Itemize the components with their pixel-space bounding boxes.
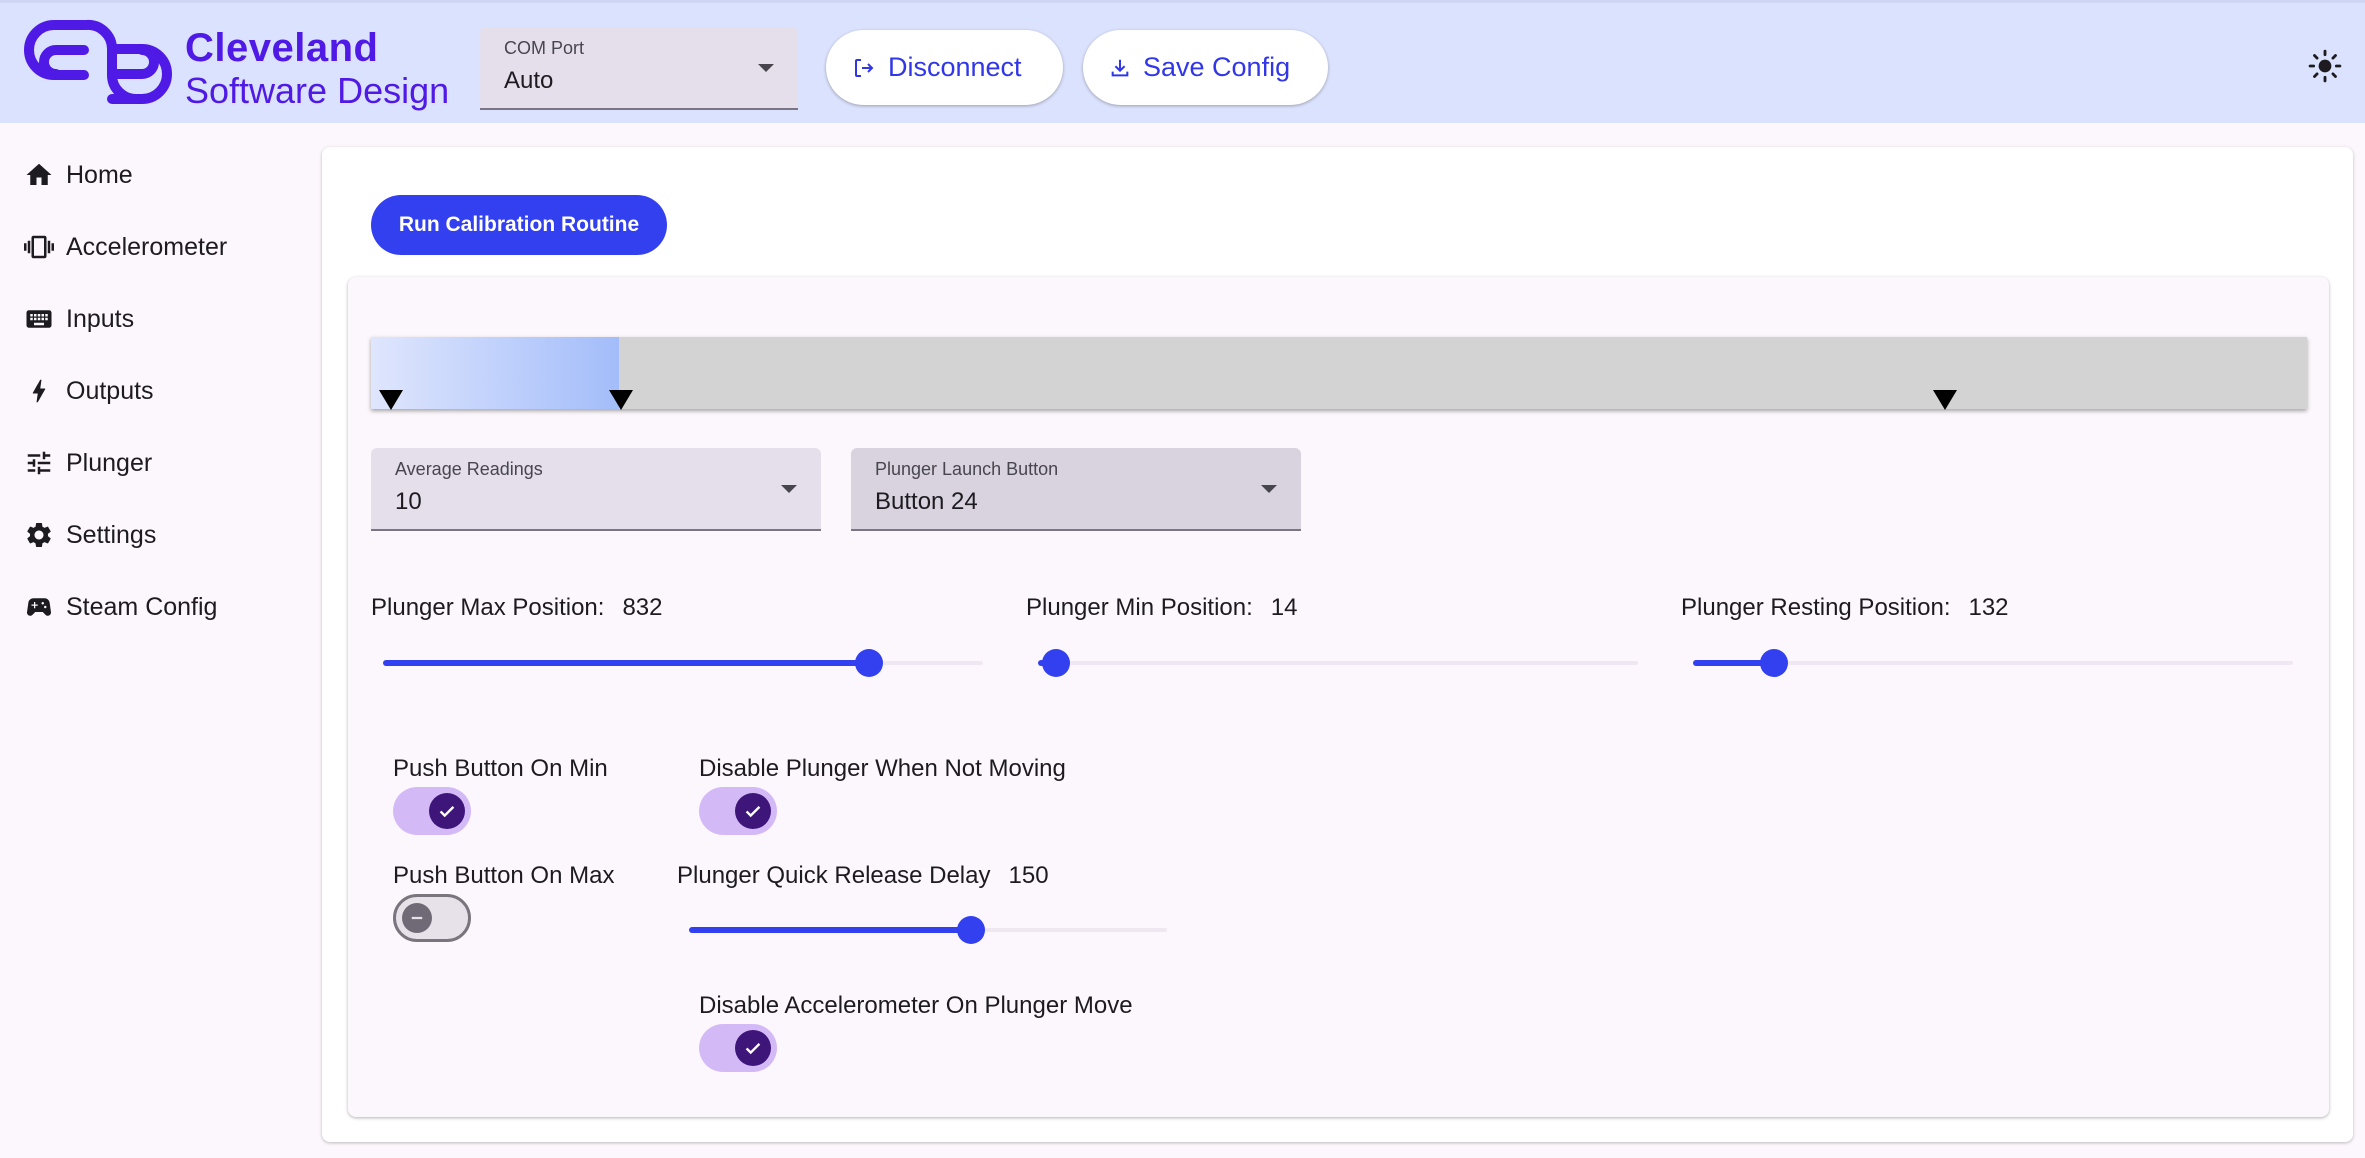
chevron-down-icon: [758, 64, 774, 72]
slider-thumb[interactable]: [1760, 649, 1788, 677]
sidebar-item-label: Accelerometer: [66, 232, 228, 261]
average-readings-value: 10: [395, 488, 422, 515]
disable-accel-label: Disable Accelerometer On Plunger Move: [699, 992, 1133, 1019]
sidebar-item-label: Inputs: [66, 304, 135, 333]
download-icon: [1111, 59, 1129, 76]
sun-icon[interactable]: [2308, 49, 2342, 83]
max-position-value: 832: [622, 594, 663, 621]
push-on-max-label: Push Button On Max: [393, 862, 615, 889]
run-calibration-button[interactable]: Run Calibration Routine: [371, 195, 667, 255]
max-marker-icon: [1933, 390, 1958, 410]
sidebar-item-steam-config[interactable]: Steam Config: [24, 587, 217, 627]
range-fill: [371, 337, 619, 409]
max-position-label: Plunger Max Position: 832: [371, 594, 663, 622]
sidebar-item-label: Steam Config: [66, 592, 218, 621]
chevron-down-icon: [1261, 485, 1277, 493]
slider-track: [689, 927, 972, 933]
sidebar-item-plunger[interactable]: Plunger: [24, 443, 152, 483]
min-position-value: 14: [1270, 594, 1298, 621]
sidebar-item-home[interactable]: Home: [24, 155, 133, 195]
quick-release-label: Plunger Quick Release Delay 150: [677, 862, 1049, 890]
bolt-icon: [32, 379, 46, 403]
sidebar-item-label: Plunger: [66, 448, 153, 477]
min-position-text: Plunger Min Position:: [1026, 594, 1253, 621]
logout-icon: [855, 58, 874, 77]
push-on-min-switch[interactable]: [393, 787, 471, 835]
launch-button-value: Button 24: [875, 488, 978, 515]
min-marker-icon: [378, 390, 403, 410]
brand-name: Cleveland Software Design: [185, 25, 449, 111]
slider-thumb[interactable]: [957, 916, 986, 944]
minus-icon: [411, 916, 423, 920]
average-readings-label: Average Readings: [395, 459, 543, 479]
resting-position-label: Plunger Resting Position: 132: [1681, 594, 2009, 622]
tune-icon: [27, 451, 51, 475]
switch-knob: [735, 793, 771, 829]
min-position-label: Plunger Min Position: 14: [1026, 594, 1297, 622]
app-header: Cleveland Software Design COM Port Auto …: [0, 0, 2365, 123]
home-icon: [26, 163, 52, 185]
switch-knob: [735, 1030, 771, 1066]
keyboard-icon: [26, 310, 52, 328]
disable-not-moving-label: Disable Plunger When Not Moving: [699, 755, 1066, 782]
switch-knob: [402, 903, 432, 933]
resting-position-value: 132: [1968, 594, 2009, 621]
sidebar-item-label: Settings: [66, 520, 157, 549]
launch-button-select[interactable]: Plunger Launch Button Button 24: [851, 448, 1301, 531]
sidebar-item-outputs[interactable]: Outputs: [24, 371, 154, 411]
chevron-down-icon: [781, 485, 797, 493]
launch-button-label: Plunger Launch Button: [875, 459, 1059, 479]
push-on-max-switch[interactable]: [393, 894, 471, 942]
resting-position-text: Plunger Resting Position:: [1681, 594, 1951, 621]
com-port-value: Auto: [504, 67, 554, 94]
check-icon: [745, 1043, 761, 1055]
brand-line-1: Cleveland: [185, 26, 379, 70]
com-port-select[interactable]: COM Port Auto: [480, 27, 798, 110]
sidebar-item-label: Home: [66, 160, 133, 189]
disable-accel-switch[interactable]: [699, 1024, 777, 1072]
slider-rail: [1038, 661, 1638, 665]
quick-release-slider[interactable]: [689, 916, 1167, 944]
save-config-label: Save Config: [1143, 52, 1291, 82]
quick-release-text: Plunger Quick Release Delay: [677, 862, 991, 889]
sidebar-item-label: Outputs: [66, 376, 154, 405]
gear-icon: [27, 523, 51, 547]
brand-line-2: Software Design: [185, 70, 450, 111]
max-position-text: Plunger Max Position:: [371, 594, 605, 621]
sidebar-item-settings[interactable]: Settings: [24, 515, 156, 555]
disable-not-moving-switch[interactable]: [699, 787, 777, 835]
slider-thumb[interactable]: [855, 649, 883, 677]
gamepad-icon: [26, 598, 52, 616]
max-position-slider[interactable]: [383, 649, 983, 677]
disconnect-label: Disconnect: [888, 52, 1022, 82]
push-on-min-label: Push Button On Min: [393, 755, 608, 782]
vibration-icon: [24, 235, 54, 259]
save-config-button[interactable]: Save Config: [1083, 30, 1328, 105]
check-icon: [439, 806, 455, 818]
slider-track: [383, 660, 869, 666]
sidebar-item-inputs[interactable]: Inputs: [24, 299, 134, 339]
check-icon: [745, 806, 761, 818]
sidebar-item-accelerometer[interactable]: Accelerometer: [24, 227, 227, 267]
min-position-slider[interactable]: [1038, 649, 1638, 677]
plunger-range-bar: [371, 337, 2307, 410]
brand-logo-icon: [24, 19, 172, 104]
rest-marker-icon: [609, 390, 634, 410]
com-port-label: COM Port: [504, 38, 585, 58]
quick-release-value: 150: [1008, 862, 1049, 889]
slider-thumb[interactable]: [1042, 649, 1070, 677]
switch-knob: [429, 793, 465, 829]
average-readings-select[interactable]: Average Readings 10: [371, 448, 821, 531]
disconnect-button[interactable]: Disconnect: [826, 30, 1063, 105]
resting-position-slider[interactable]: [1693, 649, 2293, 677]
